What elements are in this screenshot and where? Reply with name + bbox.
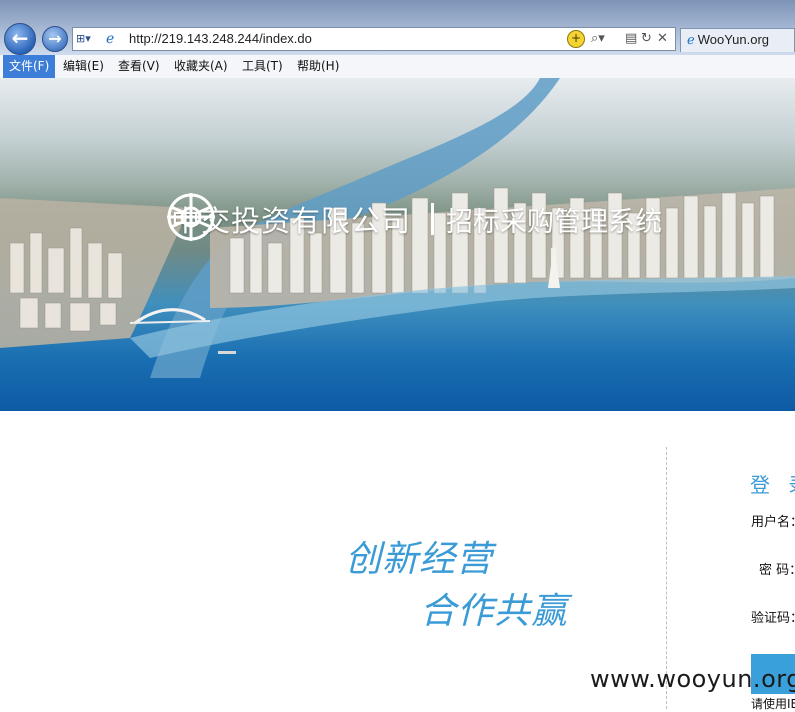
- ie-tab-icon: ℯ: [687, 32, 695, 47]
- forward-button[interactable]: →: [42, 26, 68, 52]
- slogan-line-1: 创新经营: [345, 539, 494, 580]
- tab-title: WooYun.org: [697, 32, 770, 47]
- compatibility-view-icon[interactable]: +: [567, 30, 585, 48]
- menu-edit[interactable]: 编辑(E): [57, 55, 110, 78]
- ie-page-icon: ℯ: [106, 31, 115, 47]
- brand-header: 中交投资有限公司 招标采购管理系统: [165, 191, 662, 247]
- captcha-label: 验证码：: [751, 611, 795, 626]
- search-icon[interactable]: ⌕▾: [591, 30, 605, 48]
- password-label: 密 码：: [759, 563, 795, 578]
- menu-tools[interactable]: 工具(T): [236, 55, 289, 78]
- url-text[interactable]: http://219.143.248.244/index.do: [129, 31, 312, 46]
- slogan-line-2: 合作共赢: [420, 591, 569, 632]
- menu-bar: 文件(F) 编辑(E) 查看(V) 收藏夹(A) 工具(T) 帮助(H): [0, 55, 795, 79]
- forward-arrow-icon: →: [48, 29, 62, 48]
- menu-file[interactable]: 文件(F): [3, 55, 56, 78]
- login-title: 登 录: [750, 473, 795, 497]
- username-label: 用户名：: [751, 515, 795, 530]
- header-banner: 中交投资有限公司 招标采购管理系统: [0, 78, 795, 411]
- browser-tab[interactable]: ℯ WooYun.org: [680, 28, 795, 52]
- system-title: 招标采购管理系统: [446, 206, 663, 238]
- add-site-icon[interactable]: ⊞▾: [76, 30, 102, 48]
- back-button[interactable]: ←: [4, 23, 36, 55]
- menu-help[interactable]: 帮助(H): [291, 55, 345, 78]
- refresh-icon[interactable]: ↻: [641, 30, 652, 48]
- back-arrow-icon: ←: [11, 26, 29, 50]
- company-logo: [167, 193, 215, 241]
- address-bar[interactable]: ⊞▾ ℯ http://219.143.248.244/index.do + ⌕…: [72, 27, 676, 51]
- menu-view[interactable]: 查看(V): [112, 55, 166, 78]
- browser-toolbar: ← → ⊞▾ ℯ http://219.143.248.244/index.do…: [0, 0, 795, 55]
- browser-hint: 请使用IE: [751, 697, 795, 711]
- page-icon[interactable]: ▤: [625, 30, 637, 48]
- stop-icon[interactable]: ✕: [657, 30, 668, 48]
- menu-favorites[interactable]: 收藏夹(A): [168, 55, 234, 78]
- watermark: www.wooyun.org: [590, 665, 795, 693]
- title-separator: [431, 203, 435, 235]
